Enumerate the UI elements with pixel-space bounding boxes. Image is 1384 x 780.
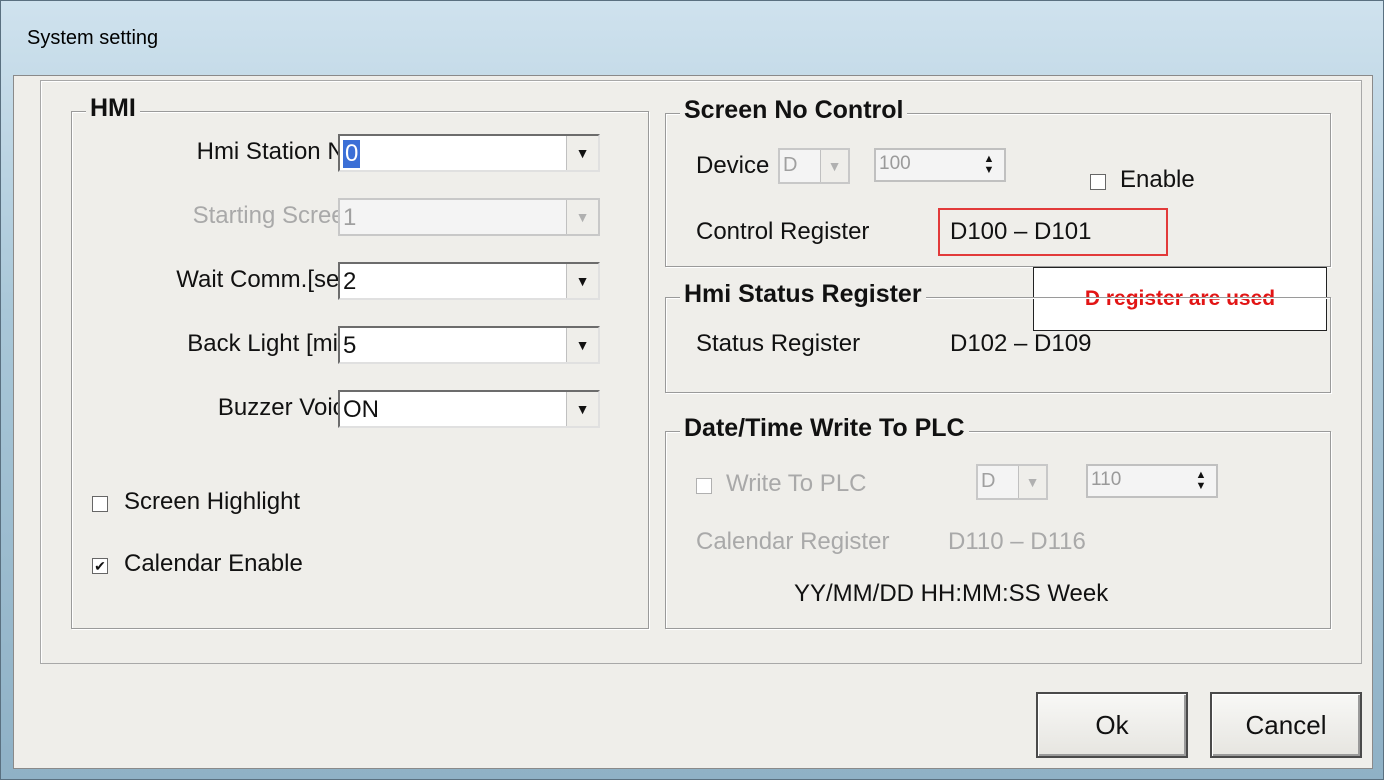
title-bar[interactable]: System setting (1, 1, 1383, 75)
calendar-register-value: D110 – D116 (948, 528, 1086, 555)
write-to-plc-checkbox[interactable] (696, 478, 712, 494)
chevron-down-icon[interactable]: ▼ (566, 264, 598, 298)
calendar-enable-label[interactable]: Calendar Enable (124, 550, 303, 578)
chevron-down-icon[interactable]: ▼ (566, 328, 598, 362)
back-light-combo[interactable]: 5 ▼ (338, 326, 600, 364)
datetime-group: Date/Time Write To PLC Write To PLC D ▼ … (665, 414, 1331, 629)
enable-label[interactable]: Enable (1120, 166, 1195, 194)
control-register-label: Control Register (696, 218, 870, 245)
system-setting-window: System setting HMI Hmi Station No 0 ▼ St… (0, 0, 1384, 780)
hmi-status-group: Hmi Status Register Status Register D102… (665, 280, 1331, 393)
chevron-down-icon[interactable]: ▼ (1018, 466, 1046, 498)
dialog-body: HMI Hmi Station No 0 ▼ Starting Screen 1… (13, 75, 1373, 769)
datetime-device-value: D (981, 470, 996, 492)
station-no-label: Hmi Station No (196, 138, 358, 165)
starting-screen-value: 1 (343, 204, 357, 231)
datetime-address-spinner[interactable]: 110 ▲ ▼ (1086, 464, 1218, 498)
settings-panel: HMI Hmi Station No 0 ▼ Starting Screen 1… (40, 80, 1362, 664)
station-no-combo[interactable]: 0 ▼ (338, 134, 600, 172)
back-light-value: 5 (343, 332, 357, 359)
screen-highlight-label[interactable]: Screen Highlight (124, 488, 300, 516)
screen-no-control-title: Screen No Control (680, 96, 908, 125)
back-light-label: Back Light [min] (187, 330, 358, 357)
starting-screen-label: Starting Screen (192, 202, 358, 229)
calendar-register-label: Calendar Register (696, 528, 890, 555)
status-register-value: D102 – D109 (950, 330, 1092, 357)
buzzer-voice-label: Buzzer Voice (217, 394, 358, 421)
control-register-value: D100 – D101 (950, 218, 1092, 245)
station-no-value: 0 (343, 140, 361, 168)
starting-screen-combo[interactable]: 1 ▼ (338, 198, 600, 236)
screen-highlight-checkbox[interactable] (92, 496, 108, 512)
window-title: System setting (27, 27, 159, 49)
buzzer-voice-value: ON (343, 396, 379, 423)
address-spinner[interactable]: 100 ▲ ▼ (874, 148, 1006, 182)
ok-button[interactable]: Ok (1036, 692, 1188, 758)
device-select[interactable]: D ▼ (778, 148, 850, 184)
spin-arrows-icon[interactable]: ▲ ▼ (1188, 468, 1214, 494)
wait-comm-combo[interactable]: 2 ▼ (338, 262, 600, 300)
device-value: D (783, 154, 798, 176)
status-register-label: Status Register (696, 330, 861, 357)
wait-comm-value: 2 (343, 268, 357, 295)
screen-no-control-group: Screen No Control Device D ▼ 100 ▲ ▼ Enab… (665, 96, 1331, 267)
write-to-plc-label[interactable]: Write To PLC (726, 470, 867, 498)
datetime-address-value: 110 (1091, 469, 1122, 490)
buzzer-voice-combo[interactable]: ON ▼ (338, 390, 600, 428)
hmi-group-title: HMI (86, 94, 140, 123)
cancel-button[interactable]: Cancel (1210, 692, 1362, 758)
hmi-status-title: Hmi Status Register (680, 280, 926, 309)
datetime-format: YY/MM/DD HH:MM:SS Week (794, 580, 1109, 607)
device-label: Device (696, 152, 770, 179)
datetime-title: Date/Time Write To PLC (680, 414, 969, 443)
wait-comm-label: Wait Comm.[sec] (176, 266, 358, 293)
enable-checkbox[interactable] (1090, 174, 1106, 190)
spin-arrows-icon[interactable]: ▲ ▼ (976, 152, 1002, 178)
datetime-device-select[interactable]: D ▼ (976, 464, 1048, 500)
chevron-down-icon[interactable]: ▼ (566, 392, 598, 426)
chevron-down-icon[interactable]: ▼ (566, 200, 598, 234)
chevron-down-icon[interactable]: ▼ (820, 150, 848, 182)
calendar-enable-checkbox[interactable]: ✔ (92, 558, 108, 574)
hmi-group: HMI Hmi Station No 0 ▼ Starting Screen 1… (71, 94, 649, 629)
check-icon: ✔ (94, 558, 106, 574)
chevron-down-icon[interactable]: ▼ (566, 136, 598, 170)
address-value: 100 (879, 153, 911, 174)
